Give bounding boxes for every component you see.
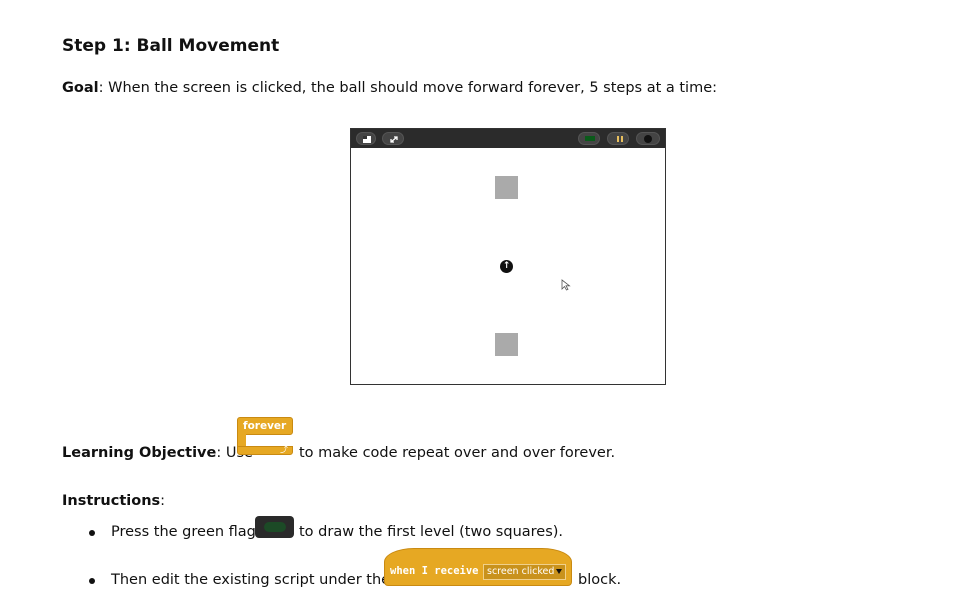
green-flag-icon	[585, 136, 595, 141]
message-dropdown-value: screen clicked	[487, 566, 555, 577]
stage-canvas[interactable]: ↑	[350, 128, 666, 385]
mouse-cursor-icon	[561, 279, 571, 291]
message-dropdown: screen clicked	[483, 564, 567, 580]
when-i-receive-block: when I receive screen clicked	[384, 548, 572, 586]
goal-label: Goal	[62, 80, 99, 96]
stop-button[interactable]	[636, 132, 660, 145]
page-title: Step 1: Ball Movement	[62, 36, 280, 56]
stage-toolbar	[351, 129, 665, 148]
goal-paragraph: Goal: When the screen is clicked, the ba…	[62, 80, 717, 96]
green-flag-image-icon	[264, 522, 286, 532]
stage-size-button[interactable]	[356, 132, 376, 145]
pause-icon	[617, 136, 619, 142]
objective-post-text: to make code repeat over and over foreve…	[299, 445, 616, 461]
instruction-2-post: block.	[578, 572, 622, 588]
bullet-2	[89, 578, 95, 584]
ball-arrow-icon: ↑	[502, 261, 511, 271]
objective-lead: Learning Objective: Use	[62, 445, 253, 461]
objective-label: Learning Objective	[62, 445, 217, 461]
top-square-sprite[interactable]	[495, 176, 518, 199]
instruction-2-pre: Then edit the existing script under the	[111, 572, 391, 588]
green-flag-image	[255, 516, 294, 538]
pause-button[interactable]	[607, 132, 629, 145]
fullscreen-button[interactable]	[382, 132, 404, 145]
stage-size-icon	[363, 136, 371, 143]
bullet-1	[89, 530, 95, 536]
instructions-label: Instructions	[62, 493, 161, 509]
fullscreen-icon	[390, 136, 398, 143]
instructions-heading: Instructions:	[62, 493, 165, 509]
instruction-1-post: to draw the first level (two squares).	[299, 524, 564, 540]
bottom-square-sprite[interactable]	[495, 333, 518, 356]
ball-sprite[interactable]: ↑	[500, 260, 513, 273]
instructions-colon: :	[160, 493, 166, 509]
dropdown-arrow-icon	[556, 569, 563, 574]
instruction-1-pre: Press the green flag	[111, 524, 256, 540]
green-flag-button[interactable]	[578, 132, 600, 145]
loop-arrow-icon: ⤴	[280, 445, 288, 454]
when-i-receive-label: when I receive	[390, 565, 479, 577]
forever-block: forever ⤴	[237, 417, 293, 456]
goal-text: : When the screen is clicked, the ball s…	[98, 80, 718, 96]
stop-icon	[644, 135, 652, 143]
